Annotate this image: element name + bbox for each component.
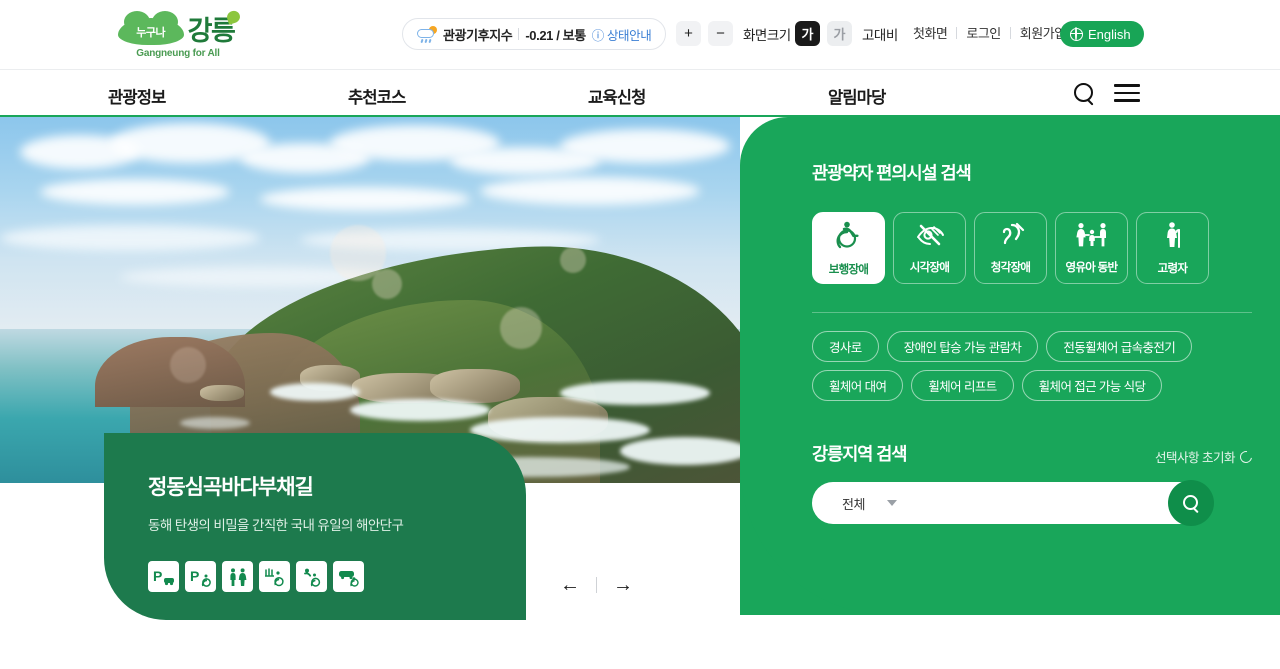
- util-divider-2: [1009, 26, 1011, 39]
- family-with-child-icon: [1075, 222, 1109, 253]
- login-link[interactable]: 로그인: [966, 23, 1001, 42]
- low-vision-icon: [915, 222, 945, 253]
- hero-title: 정동심곡바다부채길: [148, 476, 314, 499]
- language-english-button[interactable]: English: [1060, 21, 1144, 47]
- nav-item-recommended-course[interactable]: 추천코스: [348, 84, 406, 108]
- category-card-hearing[interactable]: 청각장애: [974, 212, 1047, 284]
- util-divider-1: [956, 26, 958, 39]
- category-card-list: 보행장애 시각장애 청각장애 영유아 동반 고령자: [812, 212, 1252, 284]
- search-icon: [1183, 495, 1199, 511]
- climate-index-value: -0.21 / 보통: [525, 27, 586, 43]
- logo-badge-text: 누구나: [136, 26, 166, 39]
- nav-item-education-apply[interactable]: 교육신청: [588, 84, 646, 108]
- category-label-mobility: 보행장애: [828, 263, 869, 276]
- hero-image-coastal-landscape: [0, 117, 740, 483]
- category-label-elderly: 고령자: [1157, 262, 1188, 275]
- tag-wheelchair-lift[interactable]: 휠체어 리프트: [911, 370, 1014, 401]
- logo-subtitle: Gangneung for All: [136, 48, 220, 59]
- zoom-out-button[interactable]: −: [708, 21, 733, 46]
- restroom-icon: [222, 561, 253, 592]
- category-label-visual: 시각장애: [909, 261, 950, 274]
- hero-carousel-nav: ← →: [560, 575, 633, 595]
- accessible-parking-icon: P: [185, 561, 216, 592]
- high-contrast-label: 고대비: [862, 27, 898, 43]
- accessible-assistance-icon: [296, 561, 327, 592]
- contrast-controls: 가 가 고대비: [795, 21, 898, 46]
- logo-graphic: 누구나 강릉: [117, 9, 242, 45]
- category-card-visual[interactable]: 시각장애: [893, 212, 966, 284]
- tag-ramp[interactable]: 경사로: [812, 331, 879, 362]
- category-label-infant: 영유아 동반: [1065, 261, 1119, 274]
- hero-subtitle: 동해 탄생의 비밀을 간직한 국내 유일의 해안단구: [148, 518, 404, 533]
- panel-divider: [812, 312, 1252, 313]
- top-utility-bar: 누구나 강릉 Gangneung for All 관광기후지수 -0.21 / …: [0, 0, 1280, 69]
- accessible-washroom-icon: [259, 561, 290, 592]
- search-icon[interactable]: [1073, 82, 1095, 104]
- tag-wheelchair-rental[interactable]: 휠체어 대여: [812, 370, 904, 401]
- high-contrast-off-button[interactable]: 가: [827, 21, 852, 46]
- nav-item-tour-info[interactable]: 관광정보: [108, 84, 166, 108]
- climate-index-pill[interactable]: 관광기후지수 -0.21 / 보통 ⓘ 상태안내: [402, 18, 667, 50]
- region-select-value: 전체: [842, 496, 865, 512]
- climate-status-guide-link[interactable]: ⓘ 상태안내: [592, 25, 652, 44]
- logo-main-text-wrap: 강릉: [188, 9, 242, 45]
- parking-car-icon: P: [148, 561, 179, 592]
- reset-selection-button[interactable]: 선택사항 초기화: [1155, 447, 1255, 466]
- region-search-header: 강릉지역 검색 선택사항 초기화: [812, 441, 1255, 466]
- rain-cloud-icon: [417, 25, 437, 43]
- hearing-impaired-icon: [996, 222, 1026, 253]
- category-label-hearing: 청각장애: [990, 261, 1031, 274]
- region-search-bar: 전체: [812, 480, 1214, 526]
- home-link[interactable]: 첫화면: [913, 23, 948, 42]
- nav-item-notice-board[interactable]: 알림마당: [828, 84, 886, 108]
- category-card-infant[interactable]: 영유아 동반: [1055, 212, 1128, 284]
- language-button-label: English: [1088, 26, 1131, 42]
- svg-text:P: P: [190, 568, 199, 584]
- elderly-person-icon: [1160, 221, 1186, 254]
- signup-link[interactable]: 회원가입: [1020, 23, 1066, 42]
- panel-content: 관광약자 편의시설 검색 보행장애 시각장애 청각장애 영유아 동반 고령자 경…: [812, 160, 1255, 526]
- region-search-button[interactable]: [1168, 480, 1214, 526]
- logo-cloud-badge: 누구나: [117, 11, 184, 45]
- carousel-nav-divider: [596, 577, 597, 593]
- screen-size-controls: + − 화면크기: [676, 21, 791, 46]
- page-root: 누구나 강릉 Gangneung for All 관광기후지수 -0.21 / …: [0, 0, 1280, 669]
- hero-facility-icons: P P: [148, 561, 526, 592]
- wheelchair-icon: [834, 220, 864, 255]
- globe-icon: [1069, 27, 1083, 41]
- refresh-icon: [1237, 448, 1255, 465]
- facility-tag-list: 경사로 장애인 탑승 가능 관람차 전동휠체어 급속충전기 휠체어 대여 휠체어…: [812, 331, 1252, 401]
- accessible-vehicle-icon: [333, 561, 364, 592]
- zoom-in-button[interactable]: +: [676, 21, 701, 46]
- category-card-mobility[interactable]: 보행장애: [812, 212, 885, 284]
- carousel-prev-button[interactable]: ←: [560, 575, 580, 595]
- nav-icon-group: [1073, 82, 1140, 104]
- site-logo[interactable]: 누구나 강릉 Gangneung for All: [108, 8, 248, 62]
- tag-wheelchair-accessible-restaurant[interactable]: 휠체어 접근 가능 식당: [1021, 370, 1163, 401]
- panel-title: 관광약자 편의시설 검색: [812, 163, 972, 183]
- hero-carousel: [0, 117, 740, 483]
- hamburger-menu-icon[interactable]: [1114, 84, 1140, 102]
- climate-index-label: 관광기후지수: [443, 27, 513, 43]
- high-contrast-on-button[interactable]: 가: [795, 21, 820, 46]
- tag-wheelchair-fast-charger[interactable]: 전동휠체어 급속충전기: [1046, 331, 1193, 362]
- hero-caption-card[interactable]: 정동심곡바다부채길 동해 탄생의 비밀을 간직한 국내 유일의 해안단구 P P: [104, 433, 526, 620]
- svg-text:P: P: [153, 568, 162, 584]
- screen-size-label: 화면크기: [743, 27, 791, 43]
- logo-sprout-icon: [225, 9, 242, 25]
- chevron-down-icon: [886, 500, 897, 506]
- category-card-elderly[interactable]: 고령자: [1136, 212, 1209, 284]
- main-navigation: 관광정보 추천코스 교육신청 알림마당: [0, 69, 1280, 117]
- climate-divider: [518, 28, 520, 40]
- region-select-dropdown[interactable]: 전체: [842, 494, 897, 513]
- carousel-next-button[interactable]: →: [613, 575, 633, 595]
- region-search-title: 강릉지역 검색: [812, 444, 907, 464]
- tag-accessible-sightseeing-vehicle[interactable]: 장애인 탑승 가능 관람차: [886, 331, 1039, 362]
- reset-label: 선택사항 초기화: [1155, 451, 1235, 465]
- utility-links: 첫화면 로그인 회원가입: [913, 23, 1066, 42]
